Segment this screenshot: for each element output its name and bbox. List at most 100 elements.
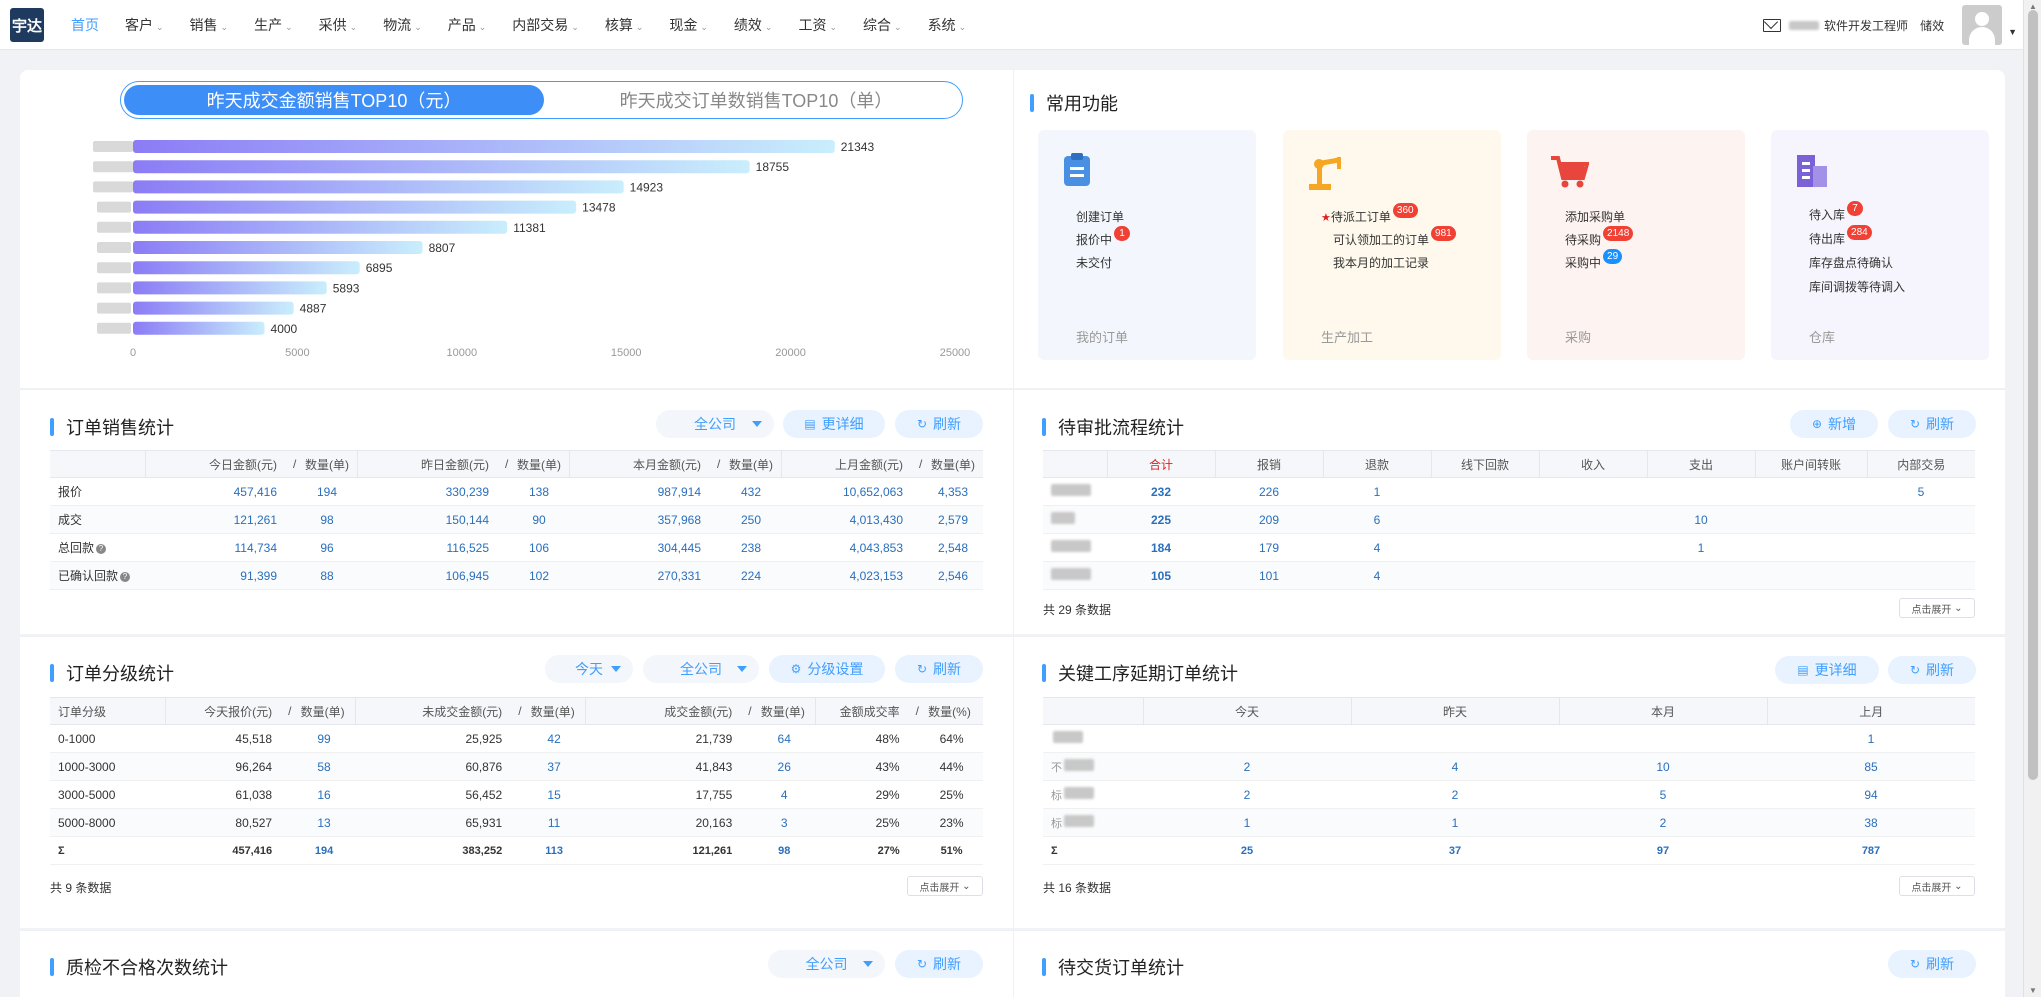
bar-2[interactable] [133,180,624,194]
count-cell [1431,505,1539,534]
delay-refresh-button[interactable]: ↻ 刷新 [1888,656,1976,684]
delay-detail-label: 更详细 [1814,662,1857,678]
function-link[interactable]: 可认领加工的订单 981 [1333,226,1456,248]
period-select[interactable]: 今天 [545,655,633,683]
nav-item-3[interactable]: 生产 ⌄ [241,15,306,35]
approval-expand-button[interactable]: 点击展开 ⌄ [1899,598,1975,618]
table-row[interactable]: 不 2 4 10 85 [1043,752,1975,781]
table-row[interactable]: 已确认回款? 91,399 88 106,945 102 270,331 224 4,023,… [50,561,983,590]
bar-3[interactable] [133,200,577,214]
bar-5[interactable] [133,241,423,254]
column-header: 本月 [1558,697,1767,725]
count-cell: 4 [1351,752,1559,781]
tab-amount[interactable]: 昨天成交金额销售TOP10（元） [124,85,544,115]
refresh-button[interactable]: ↻ 刷新 [895,410,983,438]
count-cell: 5 [1559,780,1767,809]
quality-company-select[interactable]: 全公司 [768,950,885,978]
delivery-refresh-button[interactable]: ↻ 刷新 [1888,950,1976,978]
function-link[interactable]: 添加采购单 [1565,208,1625,225]
function-link[interactable]: 我本月的加工记录 [1333,254,1429,271]
function-link[interactable]: 待出库 284 [1809,225,1872,247]
grade-refresh-button[interactable]: ↻ 刷新 [895,655,983,683]
question-icon[interactable]: ? [96,543,107,554]
app-logo[interactable]: 宇达 [10,8,44,42]
function-link[interactable]: 报价中 1 [1076,226,1131,248]
nav-item-6[interactable]: 产品 ⌄ [435,15,500,35]
detail-button[interactable]: ▤ 更详细 [783,410,885,438]
nav-item-2[interactable]: 销售 ⌄ [177,15,242,35]
total-row[interactable]: Σ 25 37 97 787 [1043,836,1975,865]
function-link[interactable]: 待入库 7 [1809,201,1864,223]
bar-1[interactable] [133,160,750,174]
nav-item-0[interactable]: 首页 [58,15,112,35]
table-row[interactable]: 225 209 6 10 [1043,505,1975,534]
count-cell: 25% [920,780,983,809]
user-name[interactable]: 储效 [1920,17,1944,34]
table-row[interactable]: 232 226 1 5 [1043,477,1975,506]
nav-item-10[interactable]: 绩效 ⌄ [721,15,786,35]
function-link[interactable]: 未交付 [1076,254,1112,271]
bar-7[interactable] [133,281,327,295]
table-row[interactable]: 0-1000 45,518 99 25,925 42 21,739 64 48% 64% [50,724,983,753]
nav-item-11[interactable]: 工资 ⌄ [785,15,850,35]
nav-item-9[interactable]: 现金 ⌄ [656,15,721,35]
count-cell: 250 [721,505,781,534]
table-row[interactable]: 3000-5000 61,038 16 56,452 15 17,755 4 29% 25% [50,780,983,809]
approval-refresh-button[interactable]: ↻ 刷新 [1888,410,1976,438]
bar-6[interactable] [133,261,360,275]
quality-refresh-button[interactable]: ↻ 刷新 [895,950,983,978]
add-button[interactable]: ⊕ 新增 [1790,410,1878,438]
table-row[interactable]: 标 2 2 5 94 [1043,780,1975,809]
grade-settings-button[interactable]: ⚙ 分级设置 [769,655,885,683]
function-link[interactable]: 采购中 29 [1565,249,1623,271]
count-cell: 194 [292,836,356,865]
delay-expand-button[interactable]: 点击展开 ⌄ [1899,876,1975,896]
nav-item-7[interactable]: 内部交易 ⌄ [499,15,592,35]
table-row[interactable]: 成交 121,261 98 150,144 90 357,968 250 4,013,430 2… [50,505,983,534]
total-row[interactable]: Σ 457,416 194 383,252 113 121,261 98 27% 51% [50,836,983,865]
nav-item-13[interactable]: 系统 ⌄ [915,15,980,35]
nav-item-8[interactable]: 核算 ⌄ [592,15,657,35]
table-row[interactable]: 标 1 1 2 38 [1043,808,1975,837]
scroll-down-icon[interactable]: ▼ [2029,986,2037,995]
function-card-2[interactable]: 添加采购单 待采购 2148 采购中 29 采购 [1527,130,1745,360]
function-link[interactable]: ★待派工订单 360 [1321,203,1418,225]
function-link[interactable]: 库间调拨等待调入 [1809,278,1905,295]
count-cell: 1 [1647,533,1755,562]
function-link[interactable]: 库存盘点待确认 [1809,254,1893,271]
bar-0[interactable] [133,140,835,153]
table-row[interactable]: 5000-8000 80,527 13 65,931 11 20,163 3 25% 23% [50,808,983,837]
bar-4[interactable] [133,220,508,234]
grade-company-select[interactable]: 全公司 [643,655,759,683]
nav-item-1[interactable]: 客户 ⌄ [112,15,177,35]
vertical-scrollbar[interactable]: ▲ ▼ [2023,0,2041,997]
avatar[interactable] [1962,5,2003,45]
table-row[interactable]: 1000-3000 96,264 58 60,876 37 41,843 26 43% 44% [50,752,983,781]
table-row[interactable]: 1 [1043,724,1975,753]
nav-item-5[interactable]: 物流 ⌄ [370,15,435,35]
scrollbar-thumb[interactable] [2028,10,2038,780]
count-badge: 981 [1431,226,1456,241]
count-cell: 1 [1351,808,1559,837]
table-row[interactable]: 总回款? 114,734 96 116,525 106 304,445 238 4,043,8… [50,533,983,562]
function-card-0[interactable]: 创建订单 报价中 1 未交付 我的订单 [1038,130,1256,360]
question-icon[interactable]: ? [120,571,131,582]
company-select[interactable]: 全公司 [656,410,774,438]
grade-title: 订单分级统计 [50,660,174,686]
mail-icon[interactable] [1763,18,1782,32]
nav-item-4[interactable]: 采供 ⌄ [306,15,371,35]
bar-9[interactable] [133,321,265,335]
function-card-1[interactable]: ★待派工订单 360 可认领加工的订单 981 我本月的加工记录 生产加工 [1283,130,1501,360]
bar-8[interactable] [133,301,294,315]
delay-detail-button[interactable]: ▤ 更详细 [1775,656,1879,684]
table-row[interactable]: 报价 457,416 194 330,239 138 987,914 432 10,652,0… [50,477,983,506]
function-link[interactable]: 待采购 2148 [1565,226,1634,248]
function-card-3[interactable]: 待入库 7 待出库 284 库存盘点待确认 库间调拨等待调入 仓库 [1771,130,1989,360]
function-link[interactable]: 创建订单 [1076,208,1124,225]
table-row[interactable]: 184 179 4 1 [1043,533,1975,562]
table-row[interactable]: 105 101 4 [1043,561,1975,590]
grade-expand-button[interactable]: 点击展开 ⌄ [907,876,983,896]
caret-down-icon[interactable]: ▼ [2008,27,2017,37]
tab-count[interactable]: 昨天成交订单数销售TOP10（单） [551,85,961,115]
nav-item-12[interactable]: 综合 ⌄ [850,15,915,35]
